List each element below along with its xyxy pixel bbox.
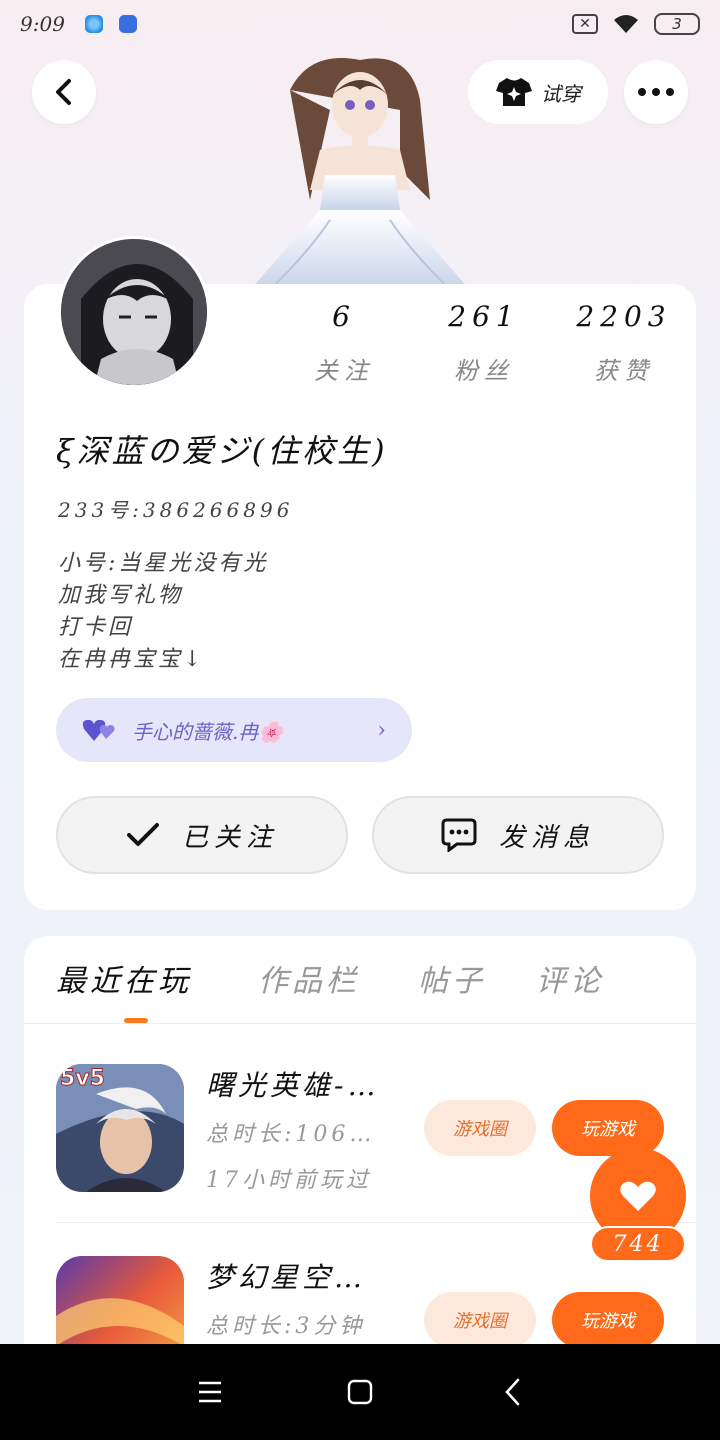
bio-line: 打卡回	[58, 615, 134, 640]
game-badge: 5v5	[60, 1066, 106, 1092]
game-duration: 总时长:106…	[206, 1122, 376, 1147]
avatar-dress-figure	[250, 58, 470, 290]
tryon-label: 试穿	[541, 81, 581, 106]
message-button[interactable]: 发消息	[372, 796, 664, 874]
avatar[interactable]	[58, 236, 210, 388]
intimacy-tag[interactable]: 手心的蔷薇.冉🌸 ›	[56, 698, 412, 762]
stat-following-value: 6	[332, 300, 356, 333]
tshirt-icon	[496, 78, 532, 106]
home-nav-button[interactable]	[340, 1372, 380, 1412]
play-game-button[interactable]: 玩游戏	[552, 1100, 664, 1156]
profile-stats: 6 关注 261 粉丝 2203 获赞	[274, 300, 694, 386]
stat-likes-value: 2203	[576, 300, 672, 333]
system-nav-bar	[0, 1344, 720, 1440]
game-name: 梦幻星空…	[206, 1261, 367, 1294]
message-label: 发消息	[498, 822, 595, 853]
home-square-icon	[347, 1379, 373, 1405]
back-triangle-icon	[505, 1378, 520, 1406]
more-dots-icon	[638, 88, 674, 96]
game-duration: 总时长:3分钟	[206, 1314, 366, 1339]
menu-nav-button[interactable]	[190, 1372, 230, 1412]
stat-followers-value: 261	[448, 300, 520, 333]
bio-line: 在冉冉宝宝↓	[58, 647, 205, 672]
nickname: ξ深蓝の爱ジ(住校生)	[56, 432, 388, 470]
intimacy-label: 手心的蔷薇.冉🌸	[132, 719, 284, 744]
bio-line: 小号:当星光没有光	[58, 551, 269, 576]
back-button[interactable]	[32, 60, 96, 124]
play-game-button[interactable]: 玩游戏	[552, 1292, 664, 1348]
back-nav-button[interactable]	[492, 1372, 532, 1412]
game-last-played: 17小时前玩过	[206, 1168, 372, 1193]
tab-recent[interactable]: 最近在玩	[56, 956, 192, 1000]
stat-likes-label: 获赞	[594, 357, 654, 385]
game-name: 曙光英雄-…	[206, 1069, 380, 1102]
game-circle-button[interactable]: 游戏圈	[424, 1292, 536, 1348]
follow-label: 已关注	[181, 822, 278, 853]
tab-bar: 最近在玩 作品栏 帖子 评论	[24, 936, 696, 1024]
stat-followers-label: 粉丝	[454, 357, 514, 385]
stat-following-label: 关注	[314, 357, 374, 385]
chat-bubble-icon	[441, 818, 477, 852]
user-id: 233号:386266896	[58, 498, 294, 522]
bio: 小号:当星光没有光 加我写礼物 打卡回 在冉冉宝宝↓	[58, 548, 268, 676]
chevron-left-icon	[56, 79, 71, 105]
stat-likes: 2203 获赞	[554, 300, 694, 386]
chevron-right-icon: ›	[377, 717, 386, 743]
tab-posts[interactable]: 帖子	[418, 956, 486, 1000]
stat-following[interactable]: 6 关注	[274, 300, 414, 386]
tab-comments[interactable]: 评论	[536, 956, 604, 1000]
game-icon: 5v5	[56, 1064, 184, 1192]
menu-icon	[199, 1381, 221, 1403]
avatar-image	[61, 239, 207, 385]
tryon-button[interactable]: 试穿	[468, 60, 608, 124]
game-circle-button[interactable]: 游戏圈	[424, 1100, 536, 1156]
double-heart-icon	[82, 719, 115, 741]
follow-button[interactable]: 已关注	[56, 796, 348, 874]
heart-icon	[620, 1181, 656, 1211]
tab-active-indicator	[124, 1018, 148, 1023]
check-icon	[126, 823, 159, 846]
tab-works[interactable]: 作品栏	[258, 956, 360, 1000]
like-count: 744	[590, 1226, 686, 1262]
stat-followers[interactable]: 261 粉丝	[414, 300, 554, 386]
bio-line: 加我写礼物	[58, 583, 184, 608]
more-options-button[interactable]	[624, 60, 688, 124]
